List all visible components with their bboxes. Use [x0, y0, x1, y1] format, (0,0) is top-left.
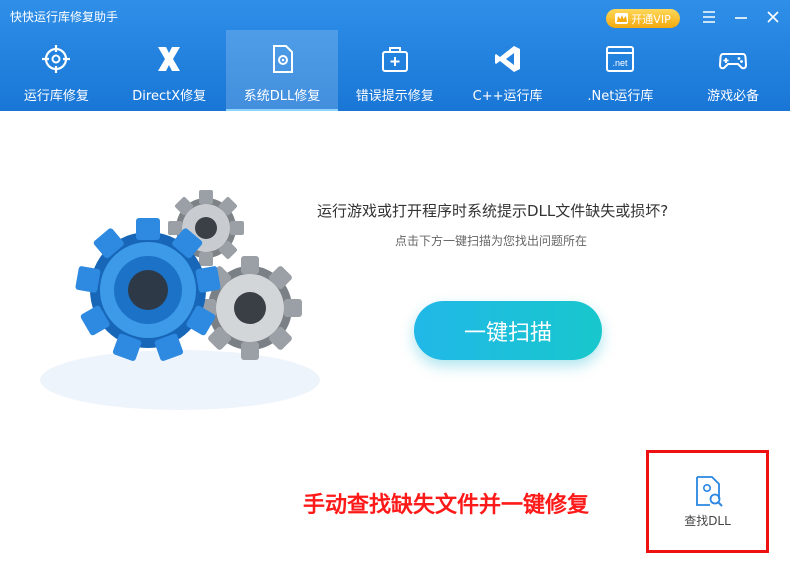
- tab-label: 错误提示修复: [355, 89, 434, 104]
- tab-system-dll-repair[interactable]: 系统DLL修复: [225, 30, 339, 111]
- tab-label: DirectX修复: [132, 89, 207, 104]
- manual-find-promo: 手动查找缺失文件并一键修复: [303, 493, 590, 518]
- gamepad-icon: [719, 53, 748, 70]
- minimize-button[interactable]: [731, 7, 751, 27]
- dll-file-icon: [272, 45, 293, 73]
- close-icon: [767, 11, 779, 23]
- app-title: 快快运行库修复助手: [10, 10, 119, 24]
- find-dll-label: 查找DLL: [684, 514, 731, 528]
- find-dll-button[interactable]: 查找DLL: [646, 450, 769, 553]
- tab-label: 系统DLL修复: [243, 89, 321, 104]
- title-bar: 快快运行库修复助手 开通VIP 运行库修复 DirectX修复 系统DLL修复 …: [0, 0, 790, 111]
- tab-directx-repair[interactable]: DirectX修复: [113, 30, 226, 111]
- svg-text:.net: .net: [613, 58, 629, 68]
- close-button[interactable]: [763, 7, 783, 27]
- search-file-icon: [696, 476, 723, 507]
- tab-label: 运行库修复: [23, 89, 89, 104]
- tab-dotnet-runtime[interactable]: .net .Net运行库: [564, 30, 677, 111]
- main-nav: 运行库修复 DirectX修复 系统DLL修复 错误提示修复 C++运行库 .n…: [0, 30, 790, 111]
- target-icon: [42, 45, 71, 73]
- crown-icon: [615, 13, 629, 24]
- tab-label: .Net运行库: [587, 89, 654, 104]
- tab-error-repair[interactable]: 错误提示修复: [338, 30, 451, 111]
- tab-runtime-repair[interactable]: 运行库修复: [0, 30, 113, 111]
- toolbox-icon: [381, 47, 408, 72]
- one-click-scan-button[interactable]: 一键扫描: [414, 301, 602, 360]
- menu-button[interactable]: [699, 7, 719, 27]
- minimize-icon: [735, 17, 747, 19]
- dotnet-icon: .net: [606, 46, 635, 72]
- visual-studio-icon: [494, 46, 520, 72]
- directx-icon: [158, 47, 181, 71]
- gears-illustration: [40, 190, 320, 410]
- hamburger-icon: [703, 11, 715, 23]
- vip-label: 开通VIP: [631, 12, 671, 26]
- tab-label: C++运行库: [472, 89, 543, 104]
- problem-question: 运行游戏或打开程序时系统提示DLL文件缺失或损坏?: [317, 202, 669, 220]
- tab-label: 游戏必备: [707, 89, 760, 104]
- scan-hint: 点击下方一键扫描为您找出问题所在: [395, 234, 588, 248]
- tab-game-essentials[interactable]: 游戏必备: [677, 30, 790, 111]
- vip-button[interactable]: 开通VIP: [606, 9, 680, 28]
- tab-cpp-runtime[interactable]: C++运行库: [451, 30, 564, 111]
